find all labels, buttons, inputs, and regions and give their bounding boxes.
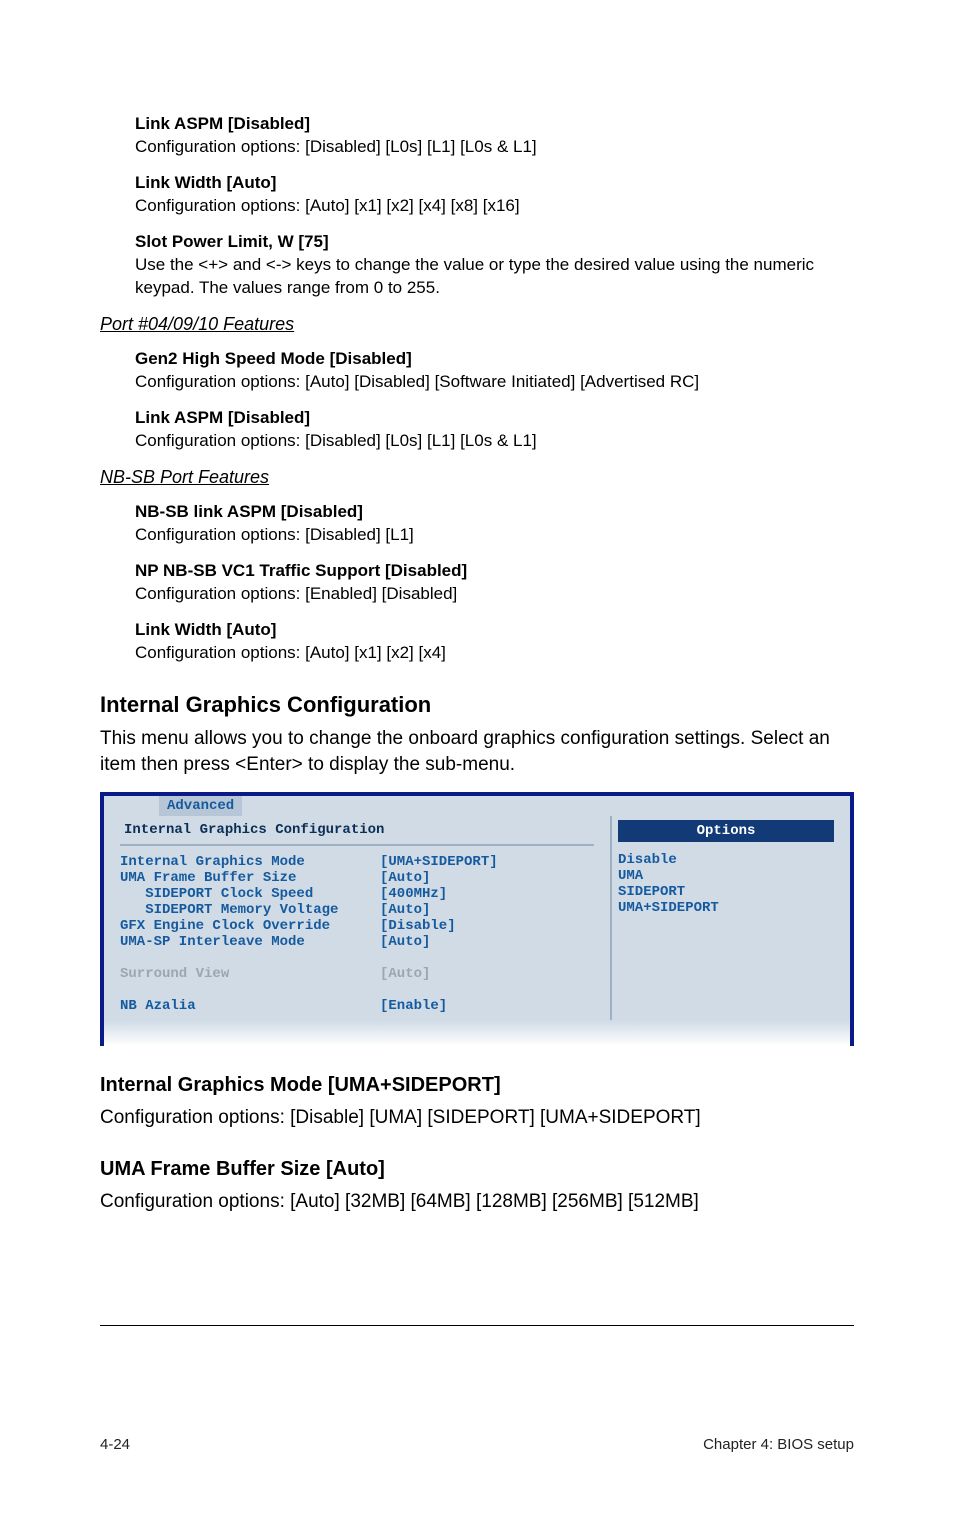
bios-right-panel: Options DisableUMASIDEPORTUMA+SIDEPORT [610,816,840,1020]
igc-heading: Internal Graphics Configuration [100,692,854,718]
bios-setting-row[interactable]: GFX Engine Clock Override[Disable] [120,918,594,934]
bios-setting-label: UMA Frame Buffer Size [120,870,380,886]
bios-setting-value: [Auto] [380,966,430,982]
bios-setting-label: SIDEPORT Memory Voltage [120,902,380,918]
bios-option-item[interactable]: Disable [618,852,834,868]
nbsb-linkaspm-heading: NB-SB link ASPM [Disabled] [135,502,854,522]
bios-option-item[interactable]: UMA+SIDEPORT [618,900,834,916]
bios-setting-row[interactable]: NB Azalia[Enable] [120,998,594,1014]
uma-body: Configuration options: [Auto] [32MB] [64… [100,1189,854,1215]
uma-heading: UMA Frame Buffer Size [Auto] [100,1158,854,1181]
port-linkaspm-heading: Link ASPM [Disabled] [135,408,854,428]
slot-power-heading: Slot Power Limit, W [75] [135,232,854,252]
bios-setting-label: GFX Engine Clock Override [120,918,380,934]
bios-setting-row[interactable]: Internal Graphics Mode[UMA+SIDEPORT] [120,854,594,870]
slot-power-body: Use the <+> and <-> keys to change the v… [135,254,854,300]
nbsb-traffic-body: Configuration options: [Enabled] [Disabl… [135,583,854,606]
link-aspm-1-body: Configuration options: [Disabled] [L0s] … [135,136,854,159]
port-linkaspm-body: Configuration options: [Disabled] [L0s] … [135,430,854,453]
link-width-1-body: Configuration options: [Auto] [x1] [x2] … [135,195,854,218]
bios-setting-value: [Enable] [380,998,447,1014]
port-features-title: Port #04/09/10 Features [100,314,854,335]
bios-setting-label: SIDEPORT Clock Speed [120,886,380,902]
bios-setting-row[interactable]: UMA Frame Buffer Size[Auto] [120,870,594,886]
gen2-heading: Gen2 High Speed Mode [Disabled] [135,349,854,369]
bios-setting-row [120,950,594,966]
bios-setting-value: [Auto] [380,934,430,950]
bios-fade [104,1020,850,1046]
bios-panel-title: Internal Graphics Configuration [120,816,594,846]
bios-setting-label: UMA-SP Interleave Mode [120,934,380,950]
bios-setting-row[interactable]: SIDEPORT Memory Voltage[Auto] [120,902,594,918]
footer-chapter: Chapter 4: BIOS setup [703,1436,854,1453]
bios-setting-label: Surround View [120,966,380,982]
bios-setting-label: Internal Graphics Mode [120,854,380,870]
nbsb-linkaspm-body: Configuration options: [Disabled] [L1] [135,524,854,547]
bios-setting-value: [UMA+SIDEPORT] [380,854,498,870]
bios-setting-row [120,982,594,998]
bios-setting-value: [Auto] [380,870,430,886]
bios-setting-row[interactable]: UMA-SP Interleave Mode[Auto] [120,934,594,950]
bios-left-panel: Internal Graphics Configuration Internal… [114,816,600,1020]
bios-options-header: Options [618,820,834,842]
bios-setting-row[interactable]: Surround View[Auto] [120,966,594,982]
bios-tab-advanced[interactable]: Advanced [159,796,242,816]
bios-setting-row[interactable]: SIDEPORT Clock Speed[400MHz] [120,886,594,902]
igc-paragraph: This menu allows you to change the onboa… [100,726,854,777]
footer-page-number: 4-24 [100,1436,130,1453]
bios-setting-value: [400MHz] [380,886,447,902]
nbsb-linkwidth-body: Configuration options: [Auto] [x1] [x2] … [135,642,854,665]
bios-option-item[interactable]: UMA [618,868,834,884]
igm-body: Configuration options: [Disable] [UMA] [… [100,1105,854,1131]
nbsb-linkwidth-heading: Link Width [Auto] [135,620,854,640]
gen2-body: Configuration options: [Auto] [Disabled]… [135,371,854,394]
link-aspm-1-heading: Link ASPM [Disabled] [135,114,854,134]
igm-heading: Internal Graphics Mode [UMA+SIDEPORT] [100,1074,854,1097]
bios-setting-value: [Disable] [380,918,456,934]
link-width-1-heading: Link Width [Auto] [135,173,854,193]
nbsb-title: NB-SB Port Features [100,467,854,488]
bios-box: Advanced Internal Graphics Configuration… [100,792,854,1046]
bios-setting-label: NB Azalia [120,998,380,1014]
bios-option-item[interactable]: SIDEPORT [618,884,834,900]
bios-setting-value: [Auto] [380,902,430,918]
nbsb-traffic-heading: NP NB-SB VC1 Traffic Support [Disabled] [135,561,854,581]
